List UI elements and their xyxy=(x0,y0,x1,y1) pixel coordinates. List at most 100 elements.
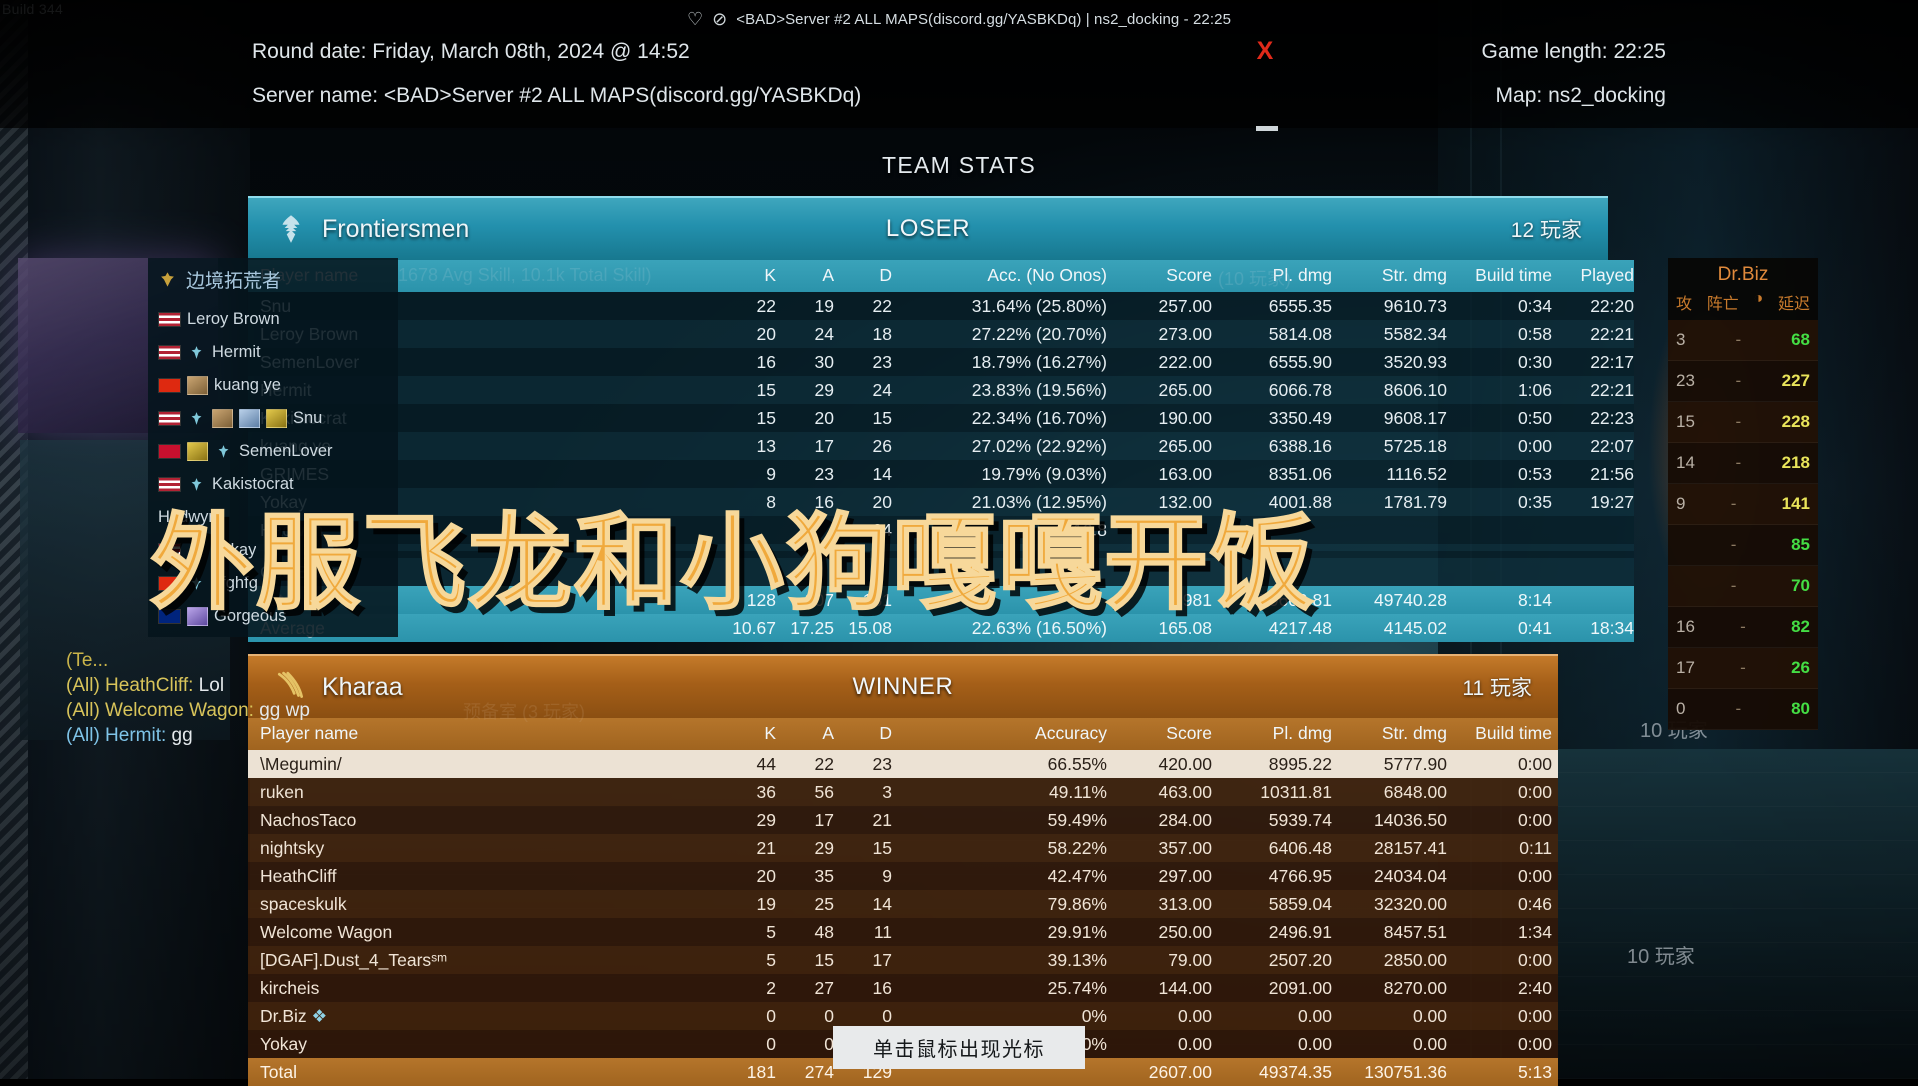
col-header-d[interactable]: D xyxy=(834,718,892,750)
cell-d: 3 xyxy=(882,781,892,802)
table-row[interactable]: Hermit15292423.83% (19.56%)265.006066.78… xyxy=(248,376,1634,404)
col-header-a[interactable]: A xyxy=(776,260,834,292)
table-row[interactable]: Kakistocrat15201522.34% (16.70%)190.0033… xyxy=(248,404,1634,432)
ghost-deaths: 3 xyxy=(1676,330,1686,349)
ghost-deaths: 9 xyxy=(1676,494,1686,513)
cell-played xyxy=(1552,551,1634,558)
cell-build: 1:06 xyxy=(1517,379,1552,400)
table-row[interactable]: Leroy Brown20241827.22% (20.70%)273.0058… xyxy=(248,320,1634,348)
cell-acc: 27.02% (22.92%) xyxy=(971,435,1107,456)
col-header-a[interactable]: A xyxy=(776,718,834,750)
cell-sdmg xyxy=(1332,551,1447,558)
col-header-build-time[interactable]: Build time xyxy=(1447,260,1552,292)
table-row[interactable]: kuang ye13172627.02% (22.92%)265.006388.… xyxy=(248,432,1634,460)
table-row[interactable]: [DGAF].Dust_4_Tearsˢᵐ 5 15 17 39.13% 79.00 250… xyxy=(248,946,1558,974)
flag-icon-dk xyxy=(158,444,181,459)
frontiersmen-logo-icon xyxy=(282,215,300,243)
col-header-score[interactable]: Score xyxy=(1107,260,1212,292)
col-header-build-time[interactable]: Build time xyxy=(1447,718,1552,750)
ghost-player-name: SemenLover xyxy=(239,442,333,460)
table-row[interactable]: kircheis 2 27 16 25.74% 144.00 2091.00 8270.00 2… xyxy=(248,974,1558,1002)
marine-team-banner: Frontiersmen LOSER 12 玩家 xyxy=(248,196,1608,260)
table-row[interactable]: NachosTaco 29 17 21 59.49% 284.00 5939.74 14036… xyxy=(248,806,1558,834)
chat-line: (All) Welcome Wagon: gg wp xyxy=(66,698,310,723)
table-row[interactable]: nightsky 21 29 15 58.22% 357.00 6406.48 28157.4… xyxy=(248,834,1558,862)
cell-name: HeathCliff xyxy=(260,865,337,886)
ghost-deaths: 14 xyxy=(1676,453,1695,472)
map-name: Map: ns2_docking xyxy=(1495,84,1666,107)
cell-pdmg: 10311.81 xyxy=(1260,781,1332,802)
cell-pdmg: 6555.90 xyxy=(1268,351,1332,372)
cell-name: NachosTaco xyxy=(260,809,357,830)
cell-played: 22:21 xyxy=(1590,379,1634,400)
col-header-pl-dmg[interactable]: Pl. dmg xyxy=(1212,718,1332,750)
cell-score: 265.00 xyxy=(1158,435,1212,456)
ghost-ping: 80 xyxy=(1791,699,1810,718)
cell-k: 20 xyxy=(756,323,776,344)
cell-sdmg: 2850.00 xyxy=(1383,949,1447,970)
ghost-right-row: 3 - 68 xyxy=(1668,320,1818,361)
minimize-indicator[interactable] xyxy=(1256,126,1278,131)
video-overlay-caption: 外服飞龙和小狗嘎嘎开饭 xyxy=(149,501,1317,625)
cell-sdmg xyxy=(1332,558,1447,586)
cell-a: 17 xyxy=(814,809,834,830)
ghost-team-label: 边境拓荒者 xyxy=(186,271,282,292)
cell-k: 181 xyxy=(718,1058,776,1086)
col-header-str-dmg[interactable]: Str. dmg xyxy=(1332,718,1447,750)
cell-score: 313.00 xyxy=(1158,893,1212,914)
cell-d: 16 xyxy=(872,977,892,998)
cell-score: 420.00 xyxy=(1107,750,1212,778)
col-header-k[interactable]: K xyxy=(718,260,776,292)
table-row[interactable]: Welcome Wagon 5 48 11 29.91% 250.00 2496.91 845… xyxy=(248,918,1558,946)
cell-score: 79.00 xyxy=(1168,949,1212,970)
cell-played xyxy=(1552,586,1634,614)
table-row[interactable]: Snu22192231.64% (25.80%)257.006555.35961… xyxy=(248,292,1634,320)
cell-pdmg: 6555.35 xyxy=(1268,295,1332,316)
col-header-played[interactable]: Played xyxy=(1552,718,1558,750)
cell-d: 11 xyxy=(873,921,892,942)
col-header-pl-dmg[interactable]: Pl. dmg xyxy=(1212,260,1332,292)
game-length: Game length: 22:25 xyxy=(1481,40,1666,63)
table-row[interactable]: SemenLover16302318.79% (16.27%)222.00655… xyxy=(248,348,1634,376)
cell-played: 22:23 xyxy=(1552,918,1558,946)
cell-a: 48 xyxy=(814,921,834,942)
col-header-acc-no-onos[interactable]: Acc. (No Onos) xyxy=(892,260,1107,292)
cell-played: 22:07 xyxy=(1590,435,1634,456)
table-row[interactable]: spaceskulk 19 25 14 79.86% 313.00 5859.04 32320… xyxy=(248,890,1558,918)
flag-icon-us xyxy=(158,345,181,360)
table-row[interactable]: ruken 36 56 3 49.11% 463.00 10311.81 6848.00 0:0… xyxy=(248,778,1558,806)
cell-score: 0.00 xyxy=(1177,1033,1212,1054)
cell-k: 16 xyxy=(756,351,776,372)
cell-score: 297.00 xyxy=(1158,865,1212,886)
cell-sdmg: 5777.90 xyxy=(1332,750,1447,778)
col-header-str-dmg[interactable]: Str. dmg xyxy=(1332,260,1447,292)
close-button[interactable]: X xyxy=(1252,38,1278,64)
chat-message: gg wp xyxy=(253,700,310,721)
col-header-d[interactable]: D xyxy=(834,260,892,292)
mute-icon[interactable]: ⊘ xyxy=(712,10,727,28)
chat-message: Lol xyxy=(193,675,225,696)
col-header-score[interactable]: Score xyxy=(1107,718,1212,750)
cell-name: kircheis xyxy=(260,977,320,998)
cell-k: 36 xyxy=(756,781,776,802)
table-row[interactable]: \Megumin/44 22 23 66.55% 420.00 8995.22 5777.9… xyxy=(248,750,1558,778)
col-header-played[interactable]: Played xyxy=(1552,260,1634,292)
cell-d: 15 xyxy=(872,837,892,858)
cell-a: 25 xyxy=(814,893,834,914)
marine-logo-icon xyxy=(191,346,202,359)
cell-d: 17 xyxy=(872,949,892,970)
cell-build: 0:00 xyxy=(1517,781,1552,802)
cell-k: 19 xyxy=(756,893,776,914)
marine-team-name: Frontiersmen xyxy=(322,214,470,243)
cell-pdmg: 5814.08 xyxy=(1268,323,1332,344)
col-header-player-name[interactable]: Player name xyxy=(248,718,718,750)
heart-icon[interactable]: ♡ xyxy=(687,10,703,28)
col-header-accuracy[interactable]: Accuracy xyxy=(892,718,1107,750)
cell-build: 0:34 xyxy=(1517,295,1552,316)
cell-build: 0:00 xyxy=(1517,1005,1552,1026)
ghost-ping: 68 xyxy=(1791,330,1810,349)
col-header-k[interactable]: K xyxy=(718,718,776,750)
table-row[interactable]: HeathCliff 20 35 9 42.47% 297.00 4766.95 24034.… xyxy=(248,862,1558,890)
cell-sdmg: 0.00 xyxy=(1412,1033,1447,1054)
ghost-ping: 85 xyxy=(1791,535,1810,554)
